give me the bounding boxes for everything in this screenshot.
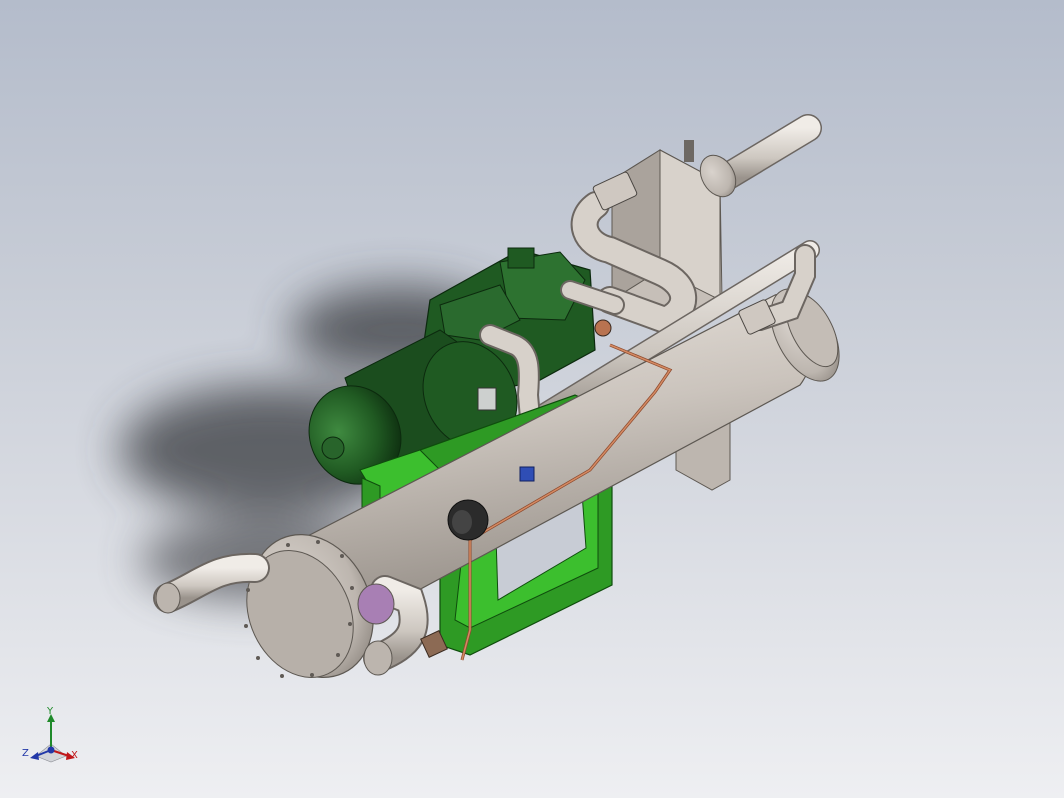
triad-z-label: Z [22, 748, 29, 759]
coordinate-triad: Y Z X [14, 700, 94, 780]
sight-glass-valve[interactable] [519, 466, 535, 482]
temperature-sensor-rear[interactable] [594, 319, 612, 337]
graphics-viewport[interactable]: Y Z X [0, 0, 1064, 798]
triad-x-label: X [71, 750, 78, 761]
coordinate-triad-icon [30, 714, 75, 763]
filter-drier[interactable] [447, 499, 489, 541]
triad-y-label: Y [47, 706, 54, 717]
upper-outlet-pipe[interactable] [693, 114, 822, 203]
chiller-assembly-model[interactable] [0, 0, 1064, 798]
